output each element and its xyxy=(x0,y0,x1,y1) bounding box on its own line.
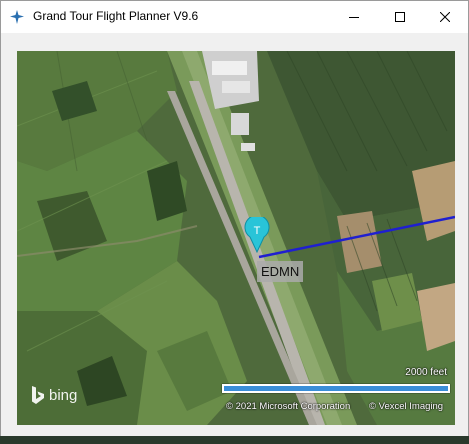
scale-label: 2000 feet xyxy=(405,367,447,378)
waypoint-marker-letter: T xyxy=(254,225,261,237)
map-view[interactable]: T EDMN bing 2000 feet © 2021 Microsoft C… xyxy=(17,51,455,425)
app-window: Grand Tour Flight Planner V9.6 T EDMN bi… xyxy=(0,0,469,444)
window-title: Grand Tour Flight Planner V9.6 xyxy=(33,9,199,23)
minimize-button[interactable] xyxy=(331,1,377,33)
airport-label[interactable]: EDMN xyxy=(257,261,304,282)
waypoint-marker[interactable]: T xyxy=(244,217,270,253)
scale-bar xyxy=(222,384,450,393)
title-bar[interactable]: Grand Tour Flight Planner V9.6 xyxy=(1,1,468,33)
aerial-imagery xyxy=(17,51,455,425)
maximize-button[interactable] xyxy=(377,1,423,33)
close-button[interactable] xyxy=(422,1,468,33)
desktop-background xyxy=(0,436,469,444)
app-icon xyxy=(10,10,24,24)
copyright-vexcel: © Vexcel Imaging xyxy=(369,401,444,412)
copyright-microsoft: © 2021 Microsoft Corporation xyxy=(226,401,351,412)
minimize-icon xyxy=(349,17,359,18)
bing-logo: bing xyxy=(31,385,77,405)
bing-icon xyxy=(32,386,44,404)
bing-wordmark: bing xyxy=(49,386,78,404)
maximize-icon xyxy=(395,12,405,22)
close-icon xyxy=(440,12,450,22)
